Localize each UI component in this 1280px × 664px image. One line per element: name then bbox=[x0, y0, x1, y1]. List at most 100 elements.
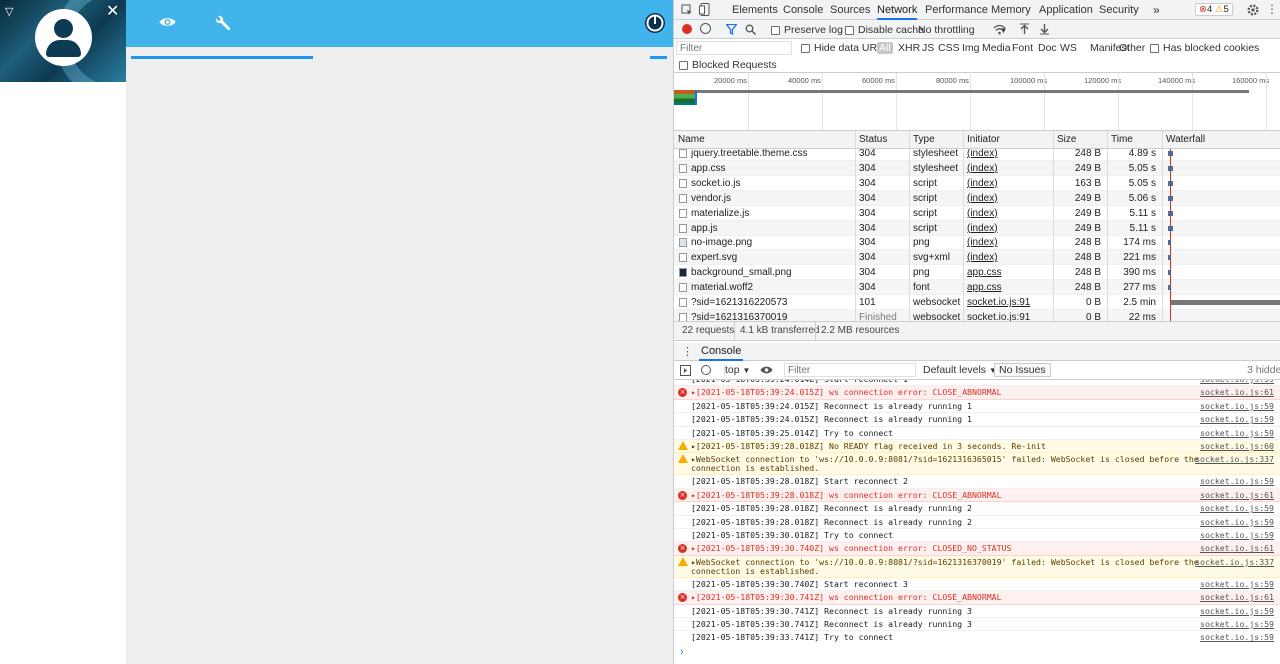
tab-console[interactable]: Console bbox=[783, 0, 823, 20]
console-message[interactable]: × ▸[2021-05-18T05:39:24.015Z] ws connecti… bbox=[674, 386, 1280, 400]
console-source-link[interactable]: socket.io.js:60 bbox=[1200, 440, 1274, 453]
disable-cache-checkbox[interactable]: Disable cache bbox=[845, 24, 924, 36]
col-initiator-header[interactable]: Initiator bbox=[967, 131, 1000, 149]
console-message[interactable]: ▸[2021-05-18T05:39:28.018Z] No READY fla… bbox=[674, 440, 1280, 454]
console-message[interactable]: ▸WebSocket connection to 'ws://10.0.0.9:… bbox=[674, 453, 1280, 476]
cell-initiator[interactable]: (index) bbox=[967, 221, 1052, 236]
console-message[interactable]: [2021-05-18T05:39:28.018Z] Reconnect is … bbox=[674, 516, 1280, 529]
console-message[interactable]: [2021-05-18T05:39:33.741Z] Try to connec… bbox=[674, 631, 1280, 644]
filter-type-ws[interactable]: WS bbox=[1060, 42, 1077, 54]
console-source-link[interactable]: socket.io.js:59 bbox=[1200, 631, 1274, 644]
console-source-link[interactable]: socket.io.js:59 bbox=[1200, 400, 1274, 413]
tab-security[interactable]: Security bbox=[1099, 0, 1139, 20]
more-tabs-icon[interactable]: » bbox=[1153, 0, 1160, 20]
eye-icon[interactable] bbox=[159, 16, 176, 28]
table-row[interactable]: app.css 304 stylesheet (index) 249 B 5.05 s bbox=[674, 160, 1280, 176]
import-har-icon[interactable] bbox=[1019, 23, 1030, 35]
console-message[interactable]: [2021-05-18T05:39:28.018Z] Start reconne… bbox=[674, 475, 1280, 489]
col-type-header[interactable]: Type bbox=[913, 131, 935, 149]
table-row[interactable]: expert.svg 304 svg+xml (index) 248 B 221 ms bbox=[674, 250, 1280, 266]
console-source-link[interactable]: socket.io.js:61 bbox=[1200, 591, 1274, 604]
user-avatar-icon[interactable] bbox=[35, 9, 92, 66]
table-row[interactable]: jquery.treetable.theme.css 304 stylesheet (… bbox=[674, 149, 1280, 161]
table-row[interactable]: background_small.png 304 png app.css 248 B 39… bbox=[674, 265, 1280, 281]
filter-type-css[interactable]: CSS bbox=[938, 42, 960, 54]
wrench-icon[interactable] bbox=[214, 14, 232, 32]
search-icon[interactable] bbox=[745, 24, 756, 35]
console-source-link[interactable]: socket.io.js:59 bbox=[1200, 413, 1274, 426]
console-message[interactable]: [2021-05-18T05:39:24.015Z] Reconnect is … bbox=[674, 400, 1280, 414]
console-filter-input[interactable] bbox=[784, 363, 916, 377]
hide-data-urls-checkbox[interactable]: Hide data URLs bbox=[801, 42, 888, 54]
filter-type-img[interactable]: Img bbox=[962, 42, 980, 54]
console-message[interactable]: × ▸[2021-05-18T05:39:30.740Z] ws connecti… bbox=[674, 542, 1280, 556]
filter-type-xhr[interactable]: XHR bbox=[898, 42, 920, 54]
export-har-icon[interactable] bbox=[1039, 23, 1050, 35]
console-prompt[interactable]: › bbox=[674, 644, 1280, 664]
table-row[interactable]: socket.io.js 304 script (index) 163 B 5.05 s bbox=[674, 176, 1280, 191]
console-message[interactable]: [2021-05-18T05:39:25.014Z] Try to connec… bbox=[674, 427, 1280, 440]
collapse-icon[interactable]: ▽ bbox=[5, 5, 13, 18]
cell-initiator[interactable]: (index) bbox=[967, 191, 1052, 206]
settings-gear-icon[interactable] bbox=[1247, 4, 1259, 16]
table-row[interactable]: app.js 304 script (index) 249 B 5.11 s bbox=[674, 220, 1280, 236]
tab-memory[interactable]: Memory bbox=[991, 0, 1031, 20]
has-blocked-cookies-checkbox[interactable]: Has blocked cookies bbox=[1150, 42, 1259, 54]
power-icon[interactable] bbox=[644, 12, 666, 34]
cell-initiator[interactable]: app.css bbox=[967, 280, 1052, 295]
clear-icon[interactable] bbox=[700, 23, 711, 34]
filter-type-font[interactable]: Font bbox=[1012, 42, 1033, 54]
console-source-link[interactable]: socket.io.js:61 bbox=[1200, 489, 1274, 502]
col-name-header[interactable]: Name bbox=[678, 131, 705, 149]
tab-application[interactable]: Application bbox=[1039, 0, 1093, 20]
log-levels-select[interactable]: Default levels ▼ bbox=[923, 364, 997, 376]
issue-counts[interactable]: ⊗4 ⚠5 bbox=[1195, 3, 1233, 16]
col-time-header[interactable]: Time bbox=[1111, 131, 1133, 149]
filter-type-other[interactable]: Other bbox=[1119, 42, 1145, 54]
table-row[interactable]: ?sid=1621316370019 Finished websocket socke… bbox=[674, 309, 1280, 321]
console-message[interactable]: [2021-05-18T05:39:30.741Z] Reconnect is … bbox=[674, 605, 1280, 618]
network-conditions-icon[interactable] bbox=[993, 24, 1006, 35]
console-message[interactable]: × ▸[2021-05-18T05:39:30.741Z] ws connecti… bbox=[674, 591, 1280, 605]
cell-initiator[interactable]: (index) bbox=[967, 250, 1052, 265]
table-row[interactable]: material.woff2 304 font app.css 248 B 277 ms bbox=[674, 280, 1280, 296]
table-row[interactable]: materialize.js 304 script (index) 249 B 5.11 … bbox=[674, 206, 1280, 221]
tab-performance[interactable]: Performance bbox=[925, 0, 988, 20]
record-icon[interactable] bbox=[682, 24, 692, 34]
console-message[interactable]: [2021-05-18T05:39:30.741Z] Reconnect is … bbox=[674, 618, 1280, 632]
cell-initiator[interactable]: socket.io.js:91 bbox=[967, 310, 1052, 321]
cell-initiator[interactable]: (index) bbox=[967, 161, 1052, 176]
console-source-link[interactable]: socket.io.js:59 bbox=[1200, 529, 1274, 542]
live-expression-eye-icon[interactable] bbox=[760, 365, 773, 375]
console-source-link[interactable]: socket.io.js:59 bbox=[1200, 502, 1274, 515]
drawer-menu-icon[interactable]: ⋮ bbox=[682, 345, 693, 358]
console-source-link[interactable]: socket.io.js:61 bbox=[1200, 542, 1274, 555]
filter-type-doc[interactable]: Doc bbox=[1038, 42, 1057, 54]
cell-initiator[interactable]: (index) bbox=[967, 149, 1052, 161]
console-message[interactable]: × ▸[2021-05-18T05:39:28.018Z] ws connecti… bbox=[674, 488, 1280, 503]
context-select[interactable]: top ▼ bbox=[724, 364, 750, 376]
devtools-menu-icon[interactable]: ⋮ bbox=[1266, 3, 1278, 16]
console-message[interactable]: [2021-05-18T05:39:24.015Z] Reconnect is … bbox=[674, 413, 1280, 427]
cell-initiator[interactable]: app.css bbox=[967, 265, 1052, 280]
tab-network[interactable]: Network bbox=[877, 0, 918, 20]
blocked-requests-checkbox[interactable]: Blocked Requests bbox=[679, 59, 777, 71]
filter-type-media[interactable]: Media bbox=[982, 42, 1011, 54]
console-message[interactable]: [2021-05-18T05:39:28.018Z] Reconnect is … bbox=[674, 502, 1280, 516]
console-source-link[interactable]: socket.io.js:59 bbox=[1200, 618, 1274, 631]
tab-console-drawer[interactable]: Console bbox=[699, 343, 744, 361]
show-sidebar-icon[interactable] bbox=[680, 365, 691, 376]
console-source-link[interactable]: socket.io.js:59 bbox=[1200, 605, 1274, 618]
device-toolbar-icon[interactable] bbox=[699, 3, 711, 16]
col-size-header[interactable]: Size bbox=[1057, 131, 1076, 149]
console-source-link[interactable]: socket.io.js:337 bbox=[1195, 453, 1274, 466]
console-source-link[interactable]: socket.io.js:59 bbox=[1200, 516, 1274, 529]
inspect-element-icon[interactable] bbox=[681, 4, 693, 16]
table-row[interactable]: ?sid=1621316220573 101 websocket socket.io.… bbox=[674, 295, 1280, 310]
cell-initiator[interactable]: (index) bbox=[967, 176, 1052, 191]
console-source-link[interactable]: socket.io.js:59 bbox=[1200, 380, 1274, 386]
filter-funnel-icon[interactable] bbox=[726, 24, 737, 35]
cell-initiator[interactable]: (index) bbox=[967, 235, 1052, 250]
filter-type-js[interactable]: JS bbox=[922, 42, 934, 54]
cell-initiator[interactable]: (index) bbox=[967, 206, 1052, 221]
